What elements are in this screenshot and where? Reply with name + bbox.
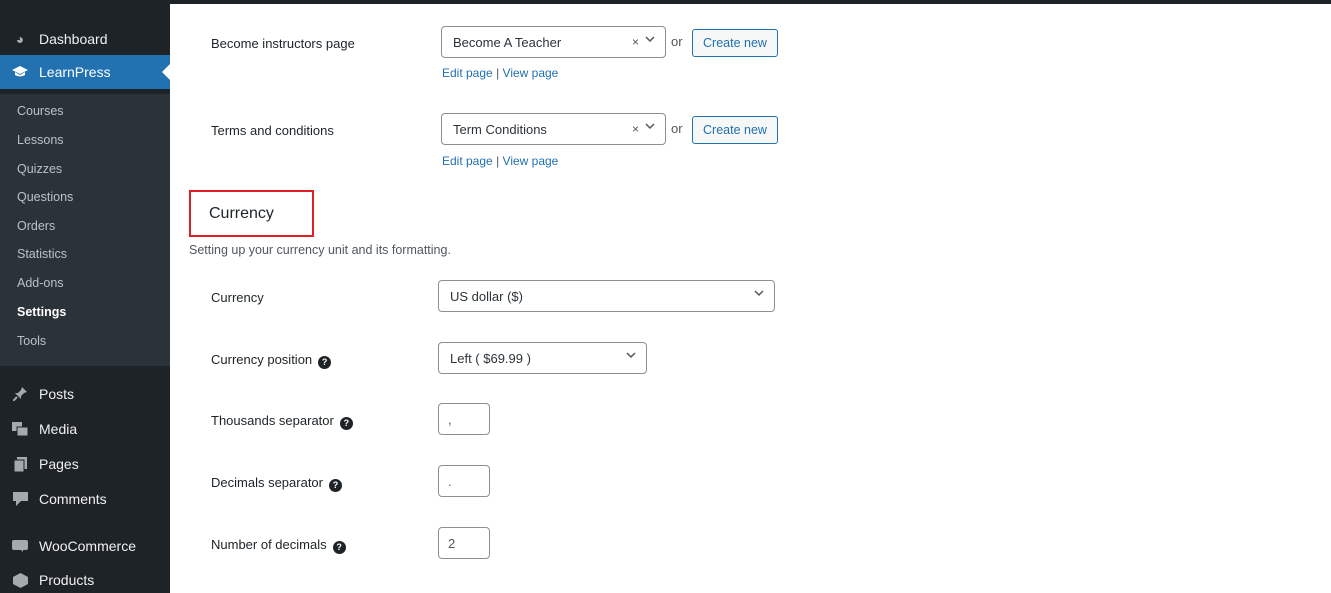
decimals-separator-label-text: Decimals separator — [211, 475, 323, 490]
decimals-separator-label: Decimals separator? — [211, 475, 342, 492]
instructors-page-links: Edit page | View page — [442, 66, 558, 80]
terms-page-label: Terms and conditions — [211, 123, 334, 138]
or-text: or — [671, 34, 683, 49]
view-page-link[interactable]: View page — [503, 66, 559, 80]
currency-position-value: Left ( $69.99 ) — [450, 350, 531, 366]
chevron-down-icon — [753, 287, 765, 302]
currency-position-select[interactable]: Left ( $69.99 ) — [438, 342, 647, 374]
currency-position-label: Currency position? — [211, 352, 332, 369]
terms-page-value: Term Conditions — [453, 121, 547, 137]
currency-value: US dollar ($) — [450, 288, 523, 304]
number-of-decimals-label: Number of decimals? — [211, 537, 346, 554]
thousands-separator-label: Thousands separator? — [211, 413, 353, 430]
terms-page-links: Edit page | View page — [442, 154, 558, 168]
pages-icon — [12, 456, 28, 472]
menu-dashboard-label: Dashboard — [39, 31, 108, 47]
submenu-courses[interactable]: Courses — [17, 104, 64, 118]
chevron-down-icon — [644, 120, 656, 135]
edit-page-link[interactable]: Edit page — [442, 154, 493, 168]
currency-label: Currency — [211, 290, 264, 305]
currency-position-label-text: Currency position — [211, 352, 313, 367]
chevron-down-icon — [644, 33, 656, 48]
comment-icon — [12, 491, 28, 507]
create-new-terms-button[interactable]: Create new — [692, 116, 778, 144]
link-separator: | — [496, 66, 500, 80]
link-separator: | — [496, 154, 500, 168]
menu-learnpress[interactable]: LearnPress — [0, 55, 170, 89]
number-of-decimals-input[interactable]: 2 — [438, 527, 490, 559]
menu-posts[interactable]: Posts — [0, 377, 170, 411]
top-border — [170, 0, 1331, 4]
menu-woocommerce-label: WooCommerce — [39, 538, 136, 554]
submenu-statistics[interactable]: Statistics — [17, 247, 67, 261]
graduation-cap-icon — [12, 64, 28, 80]
media-icon — [12, 421, 28, 437]
menu-media[interactable]: Media — [0, 412, 170, 446]
view-page-link[interactable]: View page — [503, 154, 559, 168]
menu-pages[interactable]: Pages — [0, 447, 170, 481]
menu-posts-label: Posts — [39, 386, 75, 402]
instructors-page-value: Become A Teacher — [453, 34, 562, 50]
submenu-addons[interactable]: Add-ons — [17, 276, 64, 290]
menu-learnpress-label: LearnPress — [39, 64, 111, 80]
currency-description: Setting up your currency unit and its fo… — [189, 243, 451, 257]
submenu-lessons[interactable]: Lessons — [17, 133, 64, 147]
menu-comments-label: Comments — [39, 491, 107, 507]
menu-products[interactable]: Products — [0, 563, 170, 593]
submenu-quizzes[interactable]: Quizzes — [17, 162, 62, 176]
thousands-separator-label-text: Thousands separator — [211, 413, 334, 428]
instructors-page-label: Become instructors page — [211, 36, 355, 51]
submenu-orders[interactable]: Orders — [17, 219, 55, 233]
clear-icon[interactable]: × — [632, 35, 639, 49]
clear-icon[interactable]: × — [632, 122, 639, 136]
currency-select[interactable]: US dollar ($) — [438, 280, 775, 312]
help-icon[interactable]: ? — [329, 478, 342, 492]
pushpin-icon — [12, 386, 28, 402]
chevron-down-icon — [625, 349, 637, 364]
or-text: or — [671, 121, 683, 136]
submenu-tools[interactable]: Tools — [17, 334, 46, 348]
create-new-instructors-button[interactable]: Create new — [692, 29, 778, 57]
help-icon[interactable]: ? — [318, 355, 332, 369]
products-icon — [12, 572, 28, 588]
woocommerce-icon — [12, 538, 28, 554]
menu-woocommerce[interactable]: WooCommerce — [0, 529, 170, 563]
help-icon[interactable]: ? — [339, 416, 353, 430]
decimals-separator-input[interactable]: . — [438, 465, 490, 497]
instructors-page-select[interactable]: Become A Teacher × — [441, 26, 666, 58]
number-of-decimals-label-text: Number of decimals — [211, 537, 327, 552]
help-icon[interactable]: ? — [332, 540, 346, 554]
menu-comments[interactable]: Comments — [0, 482, 170, 516]
submenu-questions[interactable]: Questions — [17, 190, 73, 204]
learnpress-submenu: Courses Lessons Quizzes Questions Orders… — [0, 94, 170, 366]
currency-heading: Currency — [209, 205, 274, 222]
menu-dashboard[interactable]: ◕ Dashboard — [0, 22, 170, 56]
submenu-settings[interactable]: Settings — [17, 305, 66, 319]
thousands-separator-input[interactable]: , — [438, 403, 490, 435]
admin-sidebar: ◕ Dashboard LearnPress Courses Lessons Q… — [0, 0, 170, 593]
dashboard-icon: ◕ — [15, 31, 25, 47]
menu-media-label: Media — [39, 421, 78, 437]
terms-page-select[interactable]: Term Conditions × — [441, 113, 666, 145]
menu-products-label: Products — [39, 572, 95, 588]
edit-page-link[interactable]: Edit page — [442, 66, 493, 80]
menu-pages-label: Pages — [39, 456, 79, 472]
